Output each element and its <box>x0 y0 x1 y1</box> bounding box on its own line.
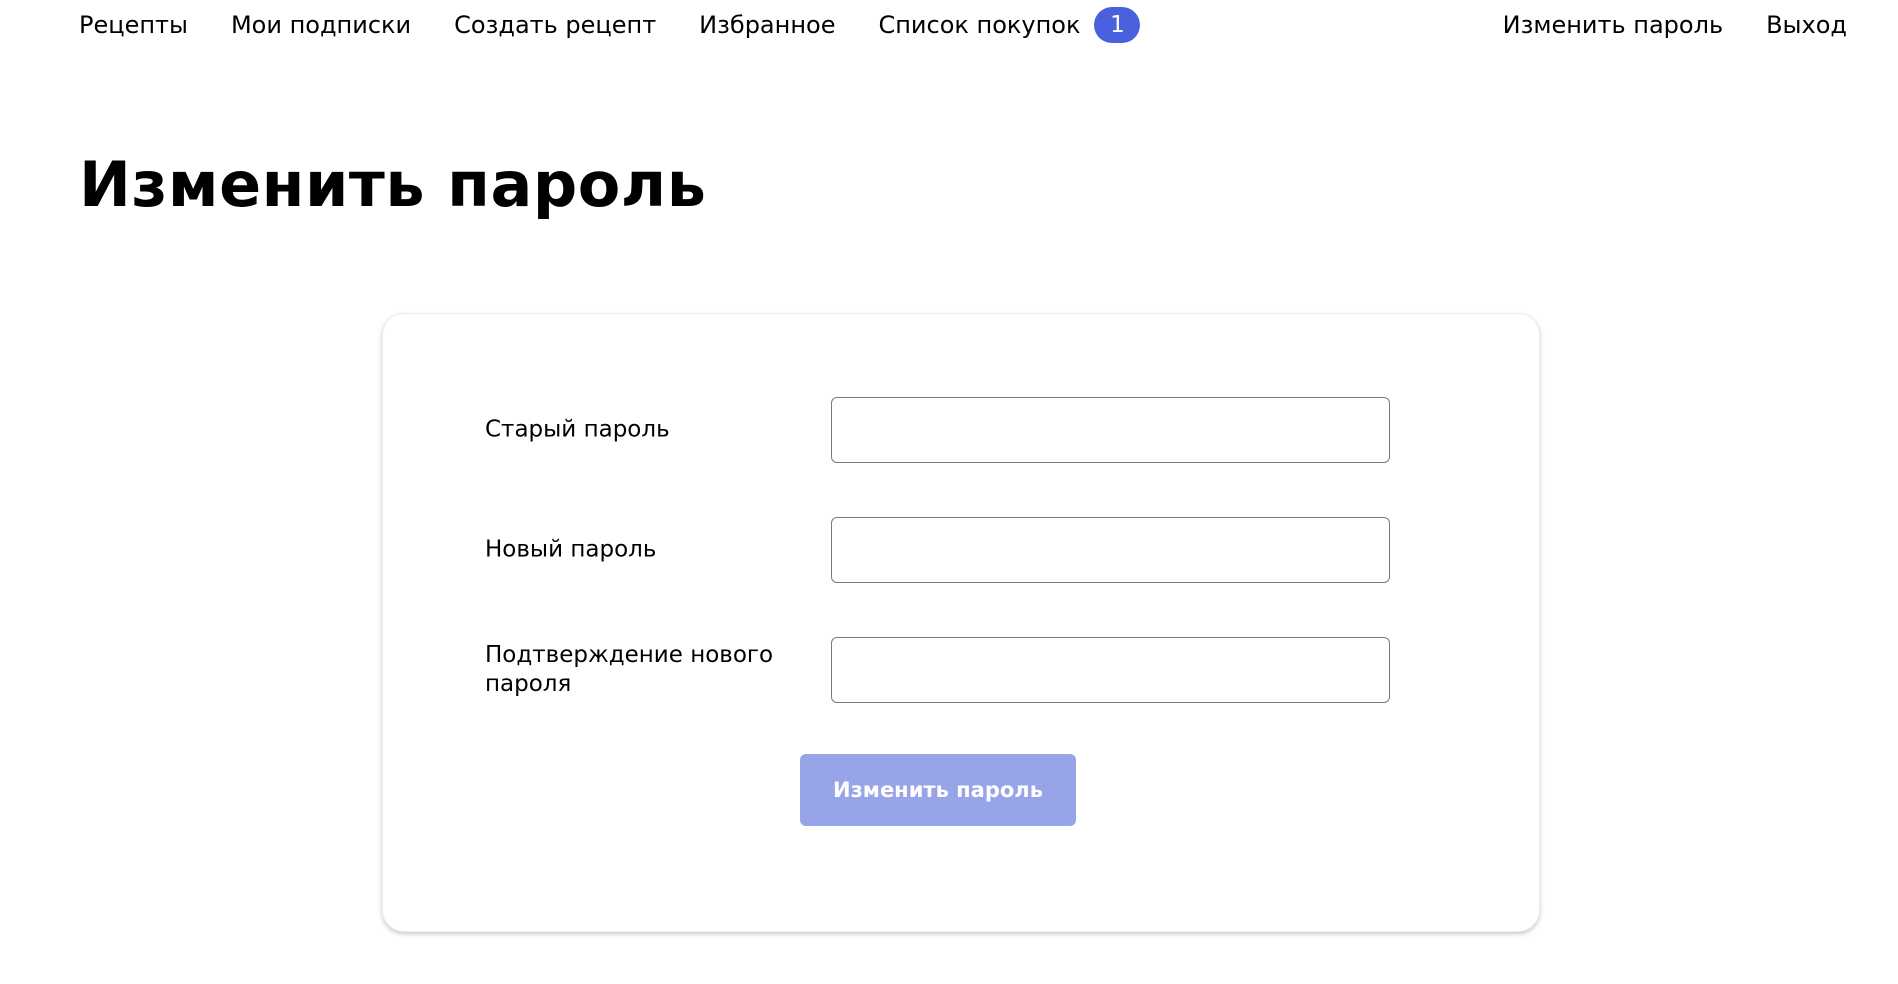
confirm-password-label: Подтверждение нового пароля <box>485 642 774 697</box>
new-password-input[interactable] <box>831 517 1390 583</box>
nav-change-password-link[interactable]: Изменить пароль <box>1503 0 1723 50</box>
nav-favorites-link[interactable]: Избранное <box>699 0 835 50</box>
nav-recipes-link[interactable]: Рецепты <box>79 0 188 50</box>
old-password-label: Старый пароль <box>485 416 670 443</box>
new-password-label: Новый пароль <box>485 536 657 563</box>
page-title: Изменить пароль <box>79 148 707 221</box>
nav-subscriptions-link[interactable]: Мои подписки <box>231 0 411 50</box>
nav-create-recipe-link[interactable]: Создать рецепт <box>454 0 656 50</box>
change-password-form: Старый пароль Новый пароль Подтверждение… <box>382 313 1540 932</box>
new-password-row: Новый пароль <box>485 517 1391 583</box>
top-nav: Рецепты Мои подписки Создать рецепт Избр… <box>79 0 1847 50</box>
old-password-input[interactable] <box>831 397 1390 463</box>
nav-main-links: Рецепты Мои подписки Создать рецепт Избр… <box>79 0 1141 50</box>
change-password-button[interactable]: Изменить пароль <box>800 754 1076 826</box>
nav-account-links: Изменить пароль Выход <box>1460 0 1847 50</box>
shopping-list-count-badge: 1 <box>1094 7 1141 43</box>
confirm-password-input[interactable] <box>831 637 1390 703</box>
old-password-row: Старый пароль <box>485 397 1391 463</box>
nav-shopping-list-link[interactable]: Список покупок <box>878 0 1080 50</box>
confirm-password-row: Подтверждение нового пароля <box>485 637 1391 703</box>
nav-logout-link[interactable]: Выход <box>1766 0 1847 50</box>
page: Рецепты Мои подписки Создать рецепт Избр… <box>0 0 1898 984</box>
